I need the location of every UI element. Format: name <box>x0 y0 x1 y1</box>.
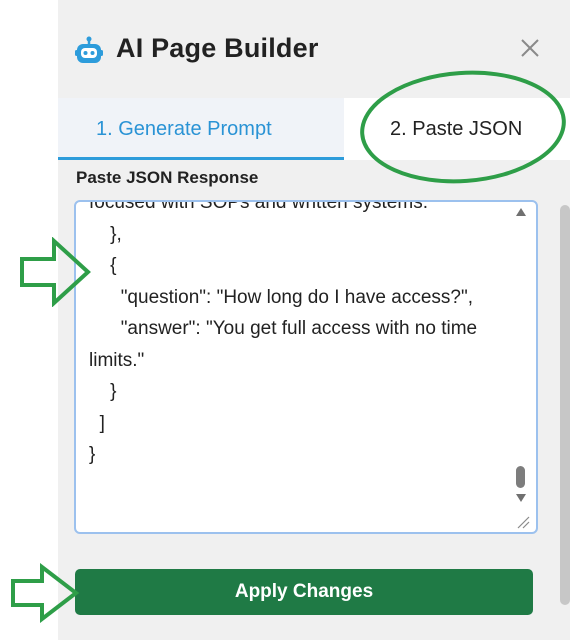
panel-title: AI Page Builder <box>116 33 319 63</box>
json-response-label: Paste JSON Response <box>76 168 259 187</box>
highlight-circle <box>360 70 566 184</box>
resize-grip-icon[interactable] <box>516 515 530 529</box>
arrow-right-icon <box>20 237 91 307</box>
scroll-down-arrow-icon[interactable] <box>516 494 526 502</box>
tab-generate-prompt[interactable]: 1. Generate Prompt <box>58 98 344 160</box>
json-response-text: focused with SOPs and written systems." … <box>89 200 478 465</box>
json-response-textarea[interactable]: focused with SOPs and written systems." … <box>74 200 538 534</box>
panel-scrollbar[interactable] <box>560 205 570 605</box>
textarea-scroll-thumb[interactable] <box>516 466 525 488</box>
tab-generate-prompt-label: 1. Generate Prompt <box>96 118 272 140</box>
background-margin <box>0 0 58 640</box>
arrow-right-icon <box>11 563 80 623</box>
robot-icon <box>75 36 103 63</box>
apply-changes-button[interactable]: Apply Changes <box>75 569 533 615</box>
close-icon[interactable] <box>520 38 540 58</box>
scroll-up-arrow-icon[interactable] <box>516 208 526 216</box>
